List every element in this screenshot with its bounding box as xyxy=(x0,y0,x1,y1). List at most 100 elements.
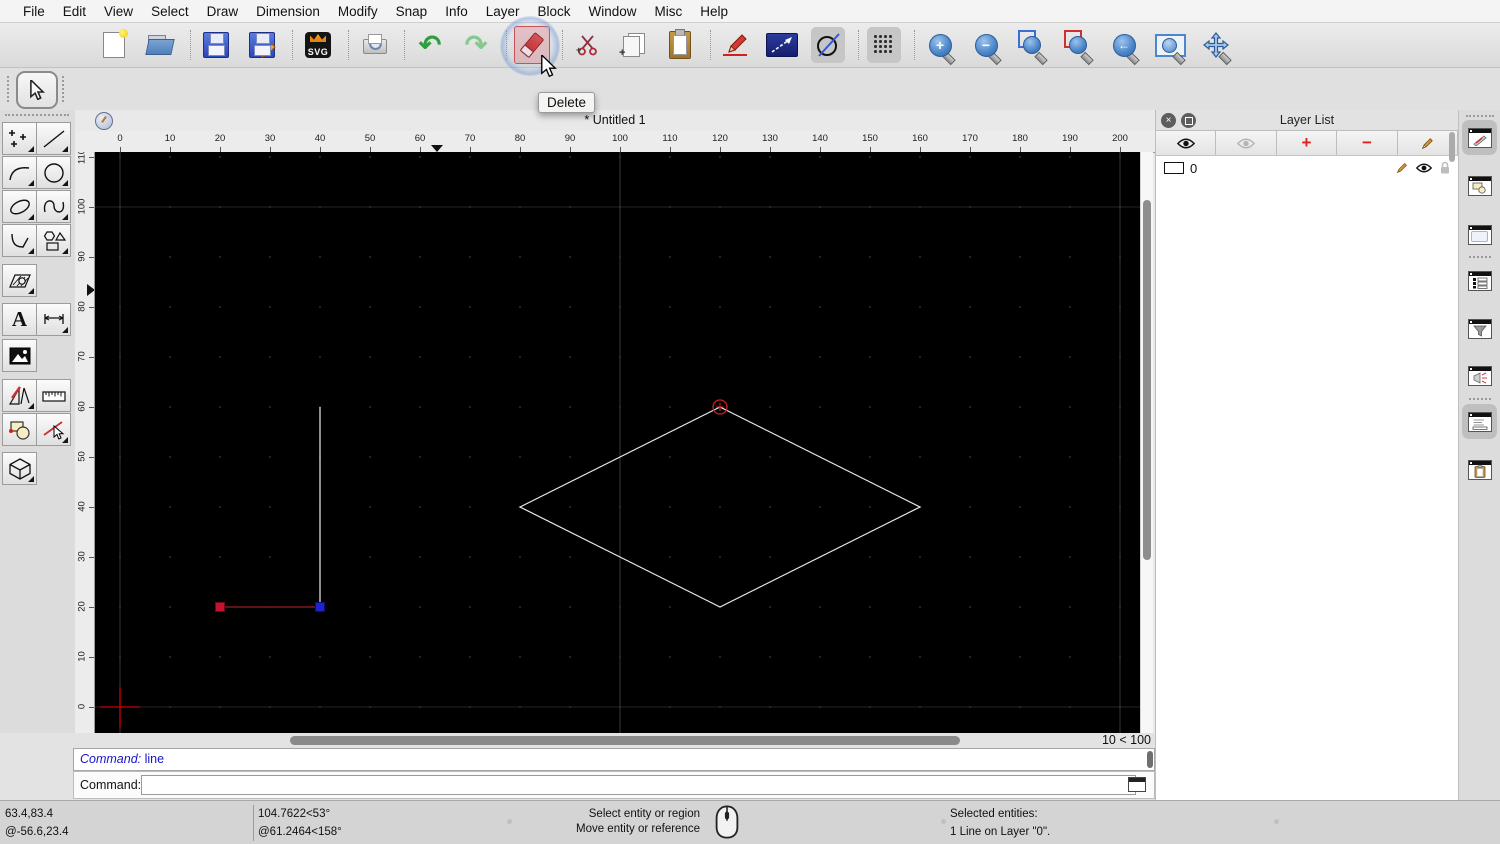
redo-button[interactable]: ↷ xyxy=(459,27,493,63)
hide-all-layers-button[interactable] xyxy=(1216,131,1276,155)
remove-layer-button[interactable]: − xyxy=(1337,131,1397,155)
menu-item-draw[interactable]: Draw xyxy=(198,4,248,19)
ruler-y-tick xyxy=(89,607,94,608)
zoom-out-button[interactable]: − xyxy=(969,27,1003,63)
dock-clipboard-button[interactable] xyxy=(1462,452,1497,487)
line-attributes-button[interactable] xyxy=(765,27,799,63)
order-tools-button[interactable] xyxy=(2,413,37,446)
zoom-window-button[interactable] xyxy=(1153,27,1187,63)
select-entity-tool-button[interactable] xyxy=(36,413,71,446)
cube-icon xyxy=(7,457,33,481)
circle-tool-button[interactable] xyxy=(36,156,71,189)
grid-dot xyxy=(869,456,871,458)
dimension-tool-button[interactable] xyxy=(36,303,71,336)
ruler-x-label: 10 xyxy=(165,133,176,144)
layer-color-swatch[interactable] xyxy=(1164,162,1184,174)
menu-item-edit[interactable]: Edit xyxy=(54,4,95,19)
menu-item-file[interactable]: File xyxy=(14,4,54,19)
ruler-y-tick xyxy=(89,507,94,508)
spline-tool-button[interactable] xyxy=(36,190,71,223)
layer-edit-icon[interactable] xyxy=(1395,161,1409,175)
drag-handle[interactable] xyxy=(1466,115,1494,117)
hatch-tool-button[interactable] xyxy=(2,264,37,297)
canvas-vertical-scrollbar[interactable] xyxy=(1140,152,1153,733)
zoom-previous-button[interactable]: ← xyxy=(1107,27,1141,63)
command-widget-icon[interactable] xyxy=(1128,777,1146,792)
open-file-button[interactable] xyxy=(143,27,177,63)
menu-item-block[interactable]: Block xyxy=(529,4,580,19)
zoom-pan-button[interactable] xyxy=(1199,27,1233,63)
polygon-tool-button[interactable] xyxy=(36,224,71,257)
text-tool-button[interactable]: A xyxy=(2,303,37,336)
dock-layer-list-button[interactable] xyxy=(1462,263,1497,298)
arc-tool-button[interactable] xyxy=(2,156,37,189)
dock-quick-widget-button[interactable] xyxy=(1462,358,1497,393)
grid-dot xyxy=(269,406,271,408)
pen-attributes-button[interactable] xyxy=(719,27,753,63)
close-panel-button[interactable]: × xyxy=(1161,113,1176,128)
save-as-button[interactable] xyxy=(245,27,279,63)
history-scrollbar-thumb[interactable] xyxy=(1147,751,1153,768)
cut-button[interactable]: + xyxy=(571,27,605,63)
menu-item-window[interactable]: Window xyxy=(580,4,646,19)
dock-command-line-button[interactable] xyxy=(1462,404,1497,439)
grid-dot xyxy=(1019,556,1021,558)
ruler-y-label: 70 xyxy=(77,346,88,368)
points-tool-button[interactable] xyxy=(2,122,37,155)
menu-item-snap[interactable]: Snap xyxy=(387,4,437,19)
select-tool-button[interactable] xyxy=(16,71,58,109)
scrollbar-thumb[interactable] xyxy=(1143,200,1151,560)
dock-library-browser-button[interactable] xyxy=(1462,217,1497,252)
grid-toggle-button[interactable] xyxy=(867,27,901,63)
zoom-select-button[interactable] xyxy=(1061,27,1095,63)
solid-tools-button[interactable] xyxy=(2,452,37,485)
menu-item-misc[interactable]: Misc xyxy=(646,4,692,19)
selection-handle-start[interactable] xyxy=(216,603,225,612)
layer-lock-icon[interactable] xyxy=(1439,161,1451,175)
coordinate-widget-icon[interactable] xyxy=(95,112,113,130)
save-button[interactable] xyxy=(199,27,233,63)
layer-toolbar: + − xyxy=(1156,131,1458,156)
selection-handle-end[interactable] xyxy=(316,603,325,612)
menu-item-view[interactable]: View xyxy=(95,4,142,19)
zoom-auto-button[interactable] xyxy=(1015,27,1049,63)
circle-line-tool-button[interactable] xyxy=(811,27,845,63)
menu-item-dimension[interactable]: Dimension xyxy=(247,4,329,19)
paste-button[interactable] xyxy=(663,27,697,63)
dock-selection-filter-button[interactable] xyxy=(1462,311,1497,346)
measure-tools-button[interactable] xyxy=(36,379,71,412)
scrollbar-thumb[interactable] xyxy=(290,736,960,745)
menu-item-select[interactable]: Select xyxy=(142,4,198,19)
layer-visibility-icon[interactable] xyxy=(1416,163,1432,173)
dock-pen-palette-button[interactable] xyxy=(1462,120,1497,155)
menu-item-layer[interactable]: Layer xyxy=(477,4,529,19)
menu-item-modify[interactable]: Modify xyxy=(329,4,387,19)
image-tool-button[interactable] xyxy=(2,339,37,372)
drag-handle[interactable] xyxy=(7,76,9,102)
dock-block-list-button[interactable] xyxy=(1462,168,1497,203)
ellipse-tool-button[interactable] xyxy=(2,190,37,223)
show-all-layers-button[interactable] xyxy=(1156,131,1216,155)
modify-tools-button[interactable] xyxy=(2,379,37,412)
export-svg-button[interactable]: SVG xyxy=(301,27,335,63)
new-file-button[interactable] xyxy=(97,27,131,63)
canvas-horizontal-scrollbar[interactable] xyxy=(95,735,1095,746)
drag-handle[interactable] xyxy=(5,114,69,116)
polyline-tool-button[interactable] xyxy=(2,224,37,257)
undo-button[interactable]: ↶ xyxy=(413,27,447,63)
drawing-titlebar: * Untitled 1 xyxy=(75,110,1155,131)
copy-button[interactable]: + xyxy=(617,27,651,63)
menu-item-help[interactable]: Help xyxy=(691,4,737,19)
add-layer-button[interactable]: + xyxy=(1277,131,1337,155)
grid-dot xyxy=(819,656,821,658)
command-input[interactable] xyxy=(141,775,1136,795)
layer-row[interactable]: 0 xyxy=(1156,157,1458,179)
menu-item-info[interactable]: Info xyxy=(436,4,477,19)
drawing-canvas[interactable] xyxy=(95,152,1140,733)
print-preview-button[interactable] xyxy=(357,27,391,63)
grid-dot xyxy=(219,506,221,508)
zoom-in-button[interactable]: + xyxy=(923,27,957,63)
panel-scrollbar-thumb[interactable] xyxy=(1449,132,1455,162)
line-tool-button[interactable] xyxy=(36,122,71,155)
float-panel-button[interactable] xyxy=(1181,113,1196,128)
